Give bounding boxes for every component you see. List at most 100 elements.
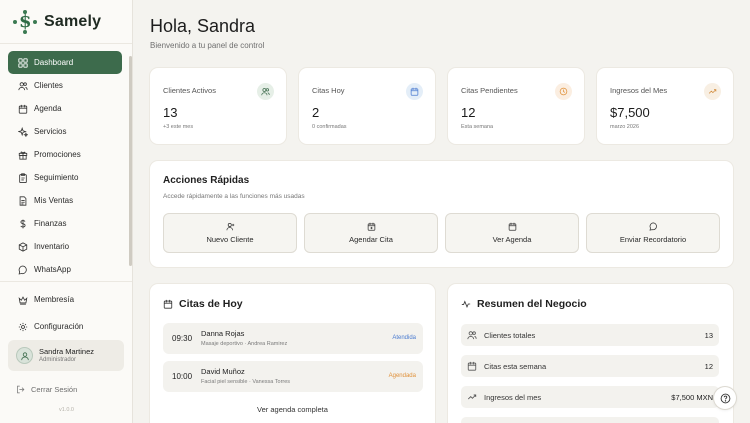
- logout-icon: [17, 385, 25, 394]
- appointment-time: 09:30: [172, 334, 193, 343]
- status-badge: Agendada: [388, 373, 416, 379]
- divider: [0, 281, 132, 282]
- stat-label: Ingresos del Mes: [610, 86, 668, 95]
- sidebar-item-label: Inventario: [34, 242, 70, 251]
- calendar-icon: [508, 222, 516, 231]
- sidebar-item-promociones[interactable]: Promociones: [8, 143, 122, 166]
- panel-title: Resumen del Negocio: [461, 298, 587, 310]
- calendar-icon: [406, 83, 423, 100]
- summary-value: $7,500 MXN: [671, 392, 713, 402]
- new-client-button[interactable]: Nuevo Cliente: [163, 213, 297, 253]
- sidebar-item-inventario[interactable]: Inventario: [8, 235, 122, 258]
- quick-actions-panel: Acciones Rápidas Accede rápidamente a la…: [150, 161, 733, 267]
- quick-actions-subtitle: Accede rápidamente a las funciones más u…: [163, 193, 305, 200]
- stat-card-citas-pendientes: Citas Pendientes 12 Esta semana: [448, 68, 584, 144]
- document-icon: [17, 195, 28, 206]
- appointment-row[interactable]: 09:30 Danna Rojas Masaje deportivo · And…: [163, 323, 423, 354]
- users-icon: [257, 83, 274, 100]
- calendar-plus-icon: [367, 222, 375, 231]
- calendar-icon: [17, 103, 28, 114]
- sidebar-item-label: Servicios: [34, 127, 67, 136]
- divider: [0, 43, 132, 44]
- user-plus-icon: [226, 223, 234, 231]
- stat-label: Citas Hoy: [312, 86, 345, 95]
- help-button[interactable]: [714, 387, 736, 409]
- panel-title: Citas de Hoy: [163, 298, 243, 310]
- sidebar-item-label: Agenda: [34, 104, 62, 113]
- users-icon: [467, 331, 477, 340]
- sidebar-item-clientes[interactable]: Clientes: [8, 74, 122, 97]
- stat-label: Citas Pendientes: [461, 86, 518, 95]
- summary-label: Citas esta semana: [484, 361, 547, 371]
- summary-row: [461, 417, 719, 423]
- sidebar-item-seguimiento[interactable]: Seguimiento: [8, 166, 122, 189]
- sidebar-item-label: Promociones: [34, 150, 81, 159]
- trending-up-icon: [704, 83, 721, 100]
- stat-note: marzo 2026: [610, 124, 640, 130]
- summary-value: 12: [704, 361, 713, 371]
- avatar: [16, 347, 33, 364]
- sidebar-item-whatsapp[interactable]: WhatsApp: [8, 258, 122, 281]
- user-role: Administrador: [39, 357, 77, 363]
- view-agenda-button[interactable]: Ver Agenda: [445, 213, 579, 253]
- message-icon: [649, 222, 657, 231]
- sidebar-item-label: WhatsApp: [34, 265, 71, 274]
- button-label: Enviar Recordatorio: [619, 235, 687, 244]
- panel-title-text: Citas de Hoy: [179, 298, 243, 310]
- user-profile-card[interactable]: Sandra Martinez Administrador: [8, 340, 124, 371]
- help-icon: [720, 393, 730, 403]
- app-version: v1.0.0: [59, 407, 74, 413]
- page-subtitle: Bienvenido a tu panel de control: [150, 41, 265, 50]
- send-reminder-button[interactable]: Enviar Recordatorio: [586, 213, 720, 253]
- users-icon: [17, 80, 28, 91]
- activity-icon: [461, 300, 471, 309]
- business-summary-panel: Resumen del Negocio Clientes totales 13 …: [448, 284, 733, 423]
- sidebar-item-configuracion[interactable]: Configuración: [8, 313, 122, 340]
- sidebar-item-label: Configuración: [34, 322, 84, 331]
- stat-label: Clientes Activos: [163, 86, 216, 95]
- summary-row: Clientes totales 13: [461, 324, 719, 346]
- logo-icon: $: [12, 10, 38, 34]
- summary-row: Ingresos del mes $7,500 MXN: [461, 386, 719, 408]
- button-label: Ver Agenda: [492, 235, 532, 244]
- logout-button[interactable]: Cerrar Sesión: [16, 385, 77, 394]
- sidebar-item-dashboard[interactable]: Dashboard: [8, 51, 122, 74]
- sidebar-bottom-nav: Membresía Configuración: [8, 286, 122, 340]
- crown-icon: [17, 294, 28, 305]
- sidebar-item-agenda[interactable]: Agenda: [8, 97, 122, 120]
- stat-value: $7,500: [610, 105, 650, 120]
- panel-title-text: Resumen del Negocio: [477, 298, 587, 310]
- status-badge: Atendida: [392, 335, 416, 341]
- brand-name: Samely: [44, 13, 102, 30]
- schedule-appointment-button[interactable]: Agendar Cita: [304, 213, 438, 253]
- sidebar-item-mis-ventas[interactable]: Mis Ventas: [8, 189, 122, 212]
- calendar-icon: [467, 361, 477, 371]
- user-name: Sandra Martinez: [39, 347, 95, 356]
- stat-value: 2: [312, 105, 320, 120]
- clipboard-icon: [17, 172, 28, 183]
- sidebar-item-label: Seguimiento: [34, 173, 79, 182]
- sidebar-item-servicios[interactable]: Servicios: [8, 120, 122, 143]
- appointment-row[interactable]: 10:00 David Muñoz Facial piel sensible ·…: [163, 361, 423, 392]
- sidebar-scrollbar[interactable]: [129, 56, 132, 266]
- sidebar-item-finanzas[interactable]: Finanzas: [8, 212, 122, 235]
- gift-icon: [17, 149, 28, 160]
- box-icon: [17, 241, 28, 252]
- stat-card-clientes-activos: Clientes Activos 13 +3 este mes: [150, 68, 286, 144]
- sidebar-item-label: Membresía: [34, 295, 75, 304]
- clock-icon: [555, 83, 572, 100]
- sidebar-item-label: Dashboard: [34, 58, 74, 67]
- sidebar-item-membresia[interactable]: Membresía: [8, 286, 122, 313]
- brand[interactable]: $ Samely: [12, 10, 101, 34]
- appointment-client: David Muñoz: [201, 367, 245, 376]
- trending-up-icon: [467, 394, 477, 400]
- see-full-agenda-link[interactable]: Ver agenda completa: [150, 405, 435, 414]
- sidebar-item-label: Finanzas: [34, 219, 67, 228]
- stat-value: 12: [461, 105, 476, 120]
- sparkles-icon: [17, 126, 28, 137]
- appointment-description: Masaje deportivo · Andrea Ramirez: [201, 341, 288, 347]
- stat-note: +3 este mes: [163, 124, 194, 130]
- logout-label: Cerrar Sesión: [31, 385, 78, 394]
- stat-card-ingresos-mes: Ingresos del Mes $7,500 marzo 2026: [597, 68, 733, 144]
- appointment-client: Danna Rojas: [201, 329, 245, 338]
